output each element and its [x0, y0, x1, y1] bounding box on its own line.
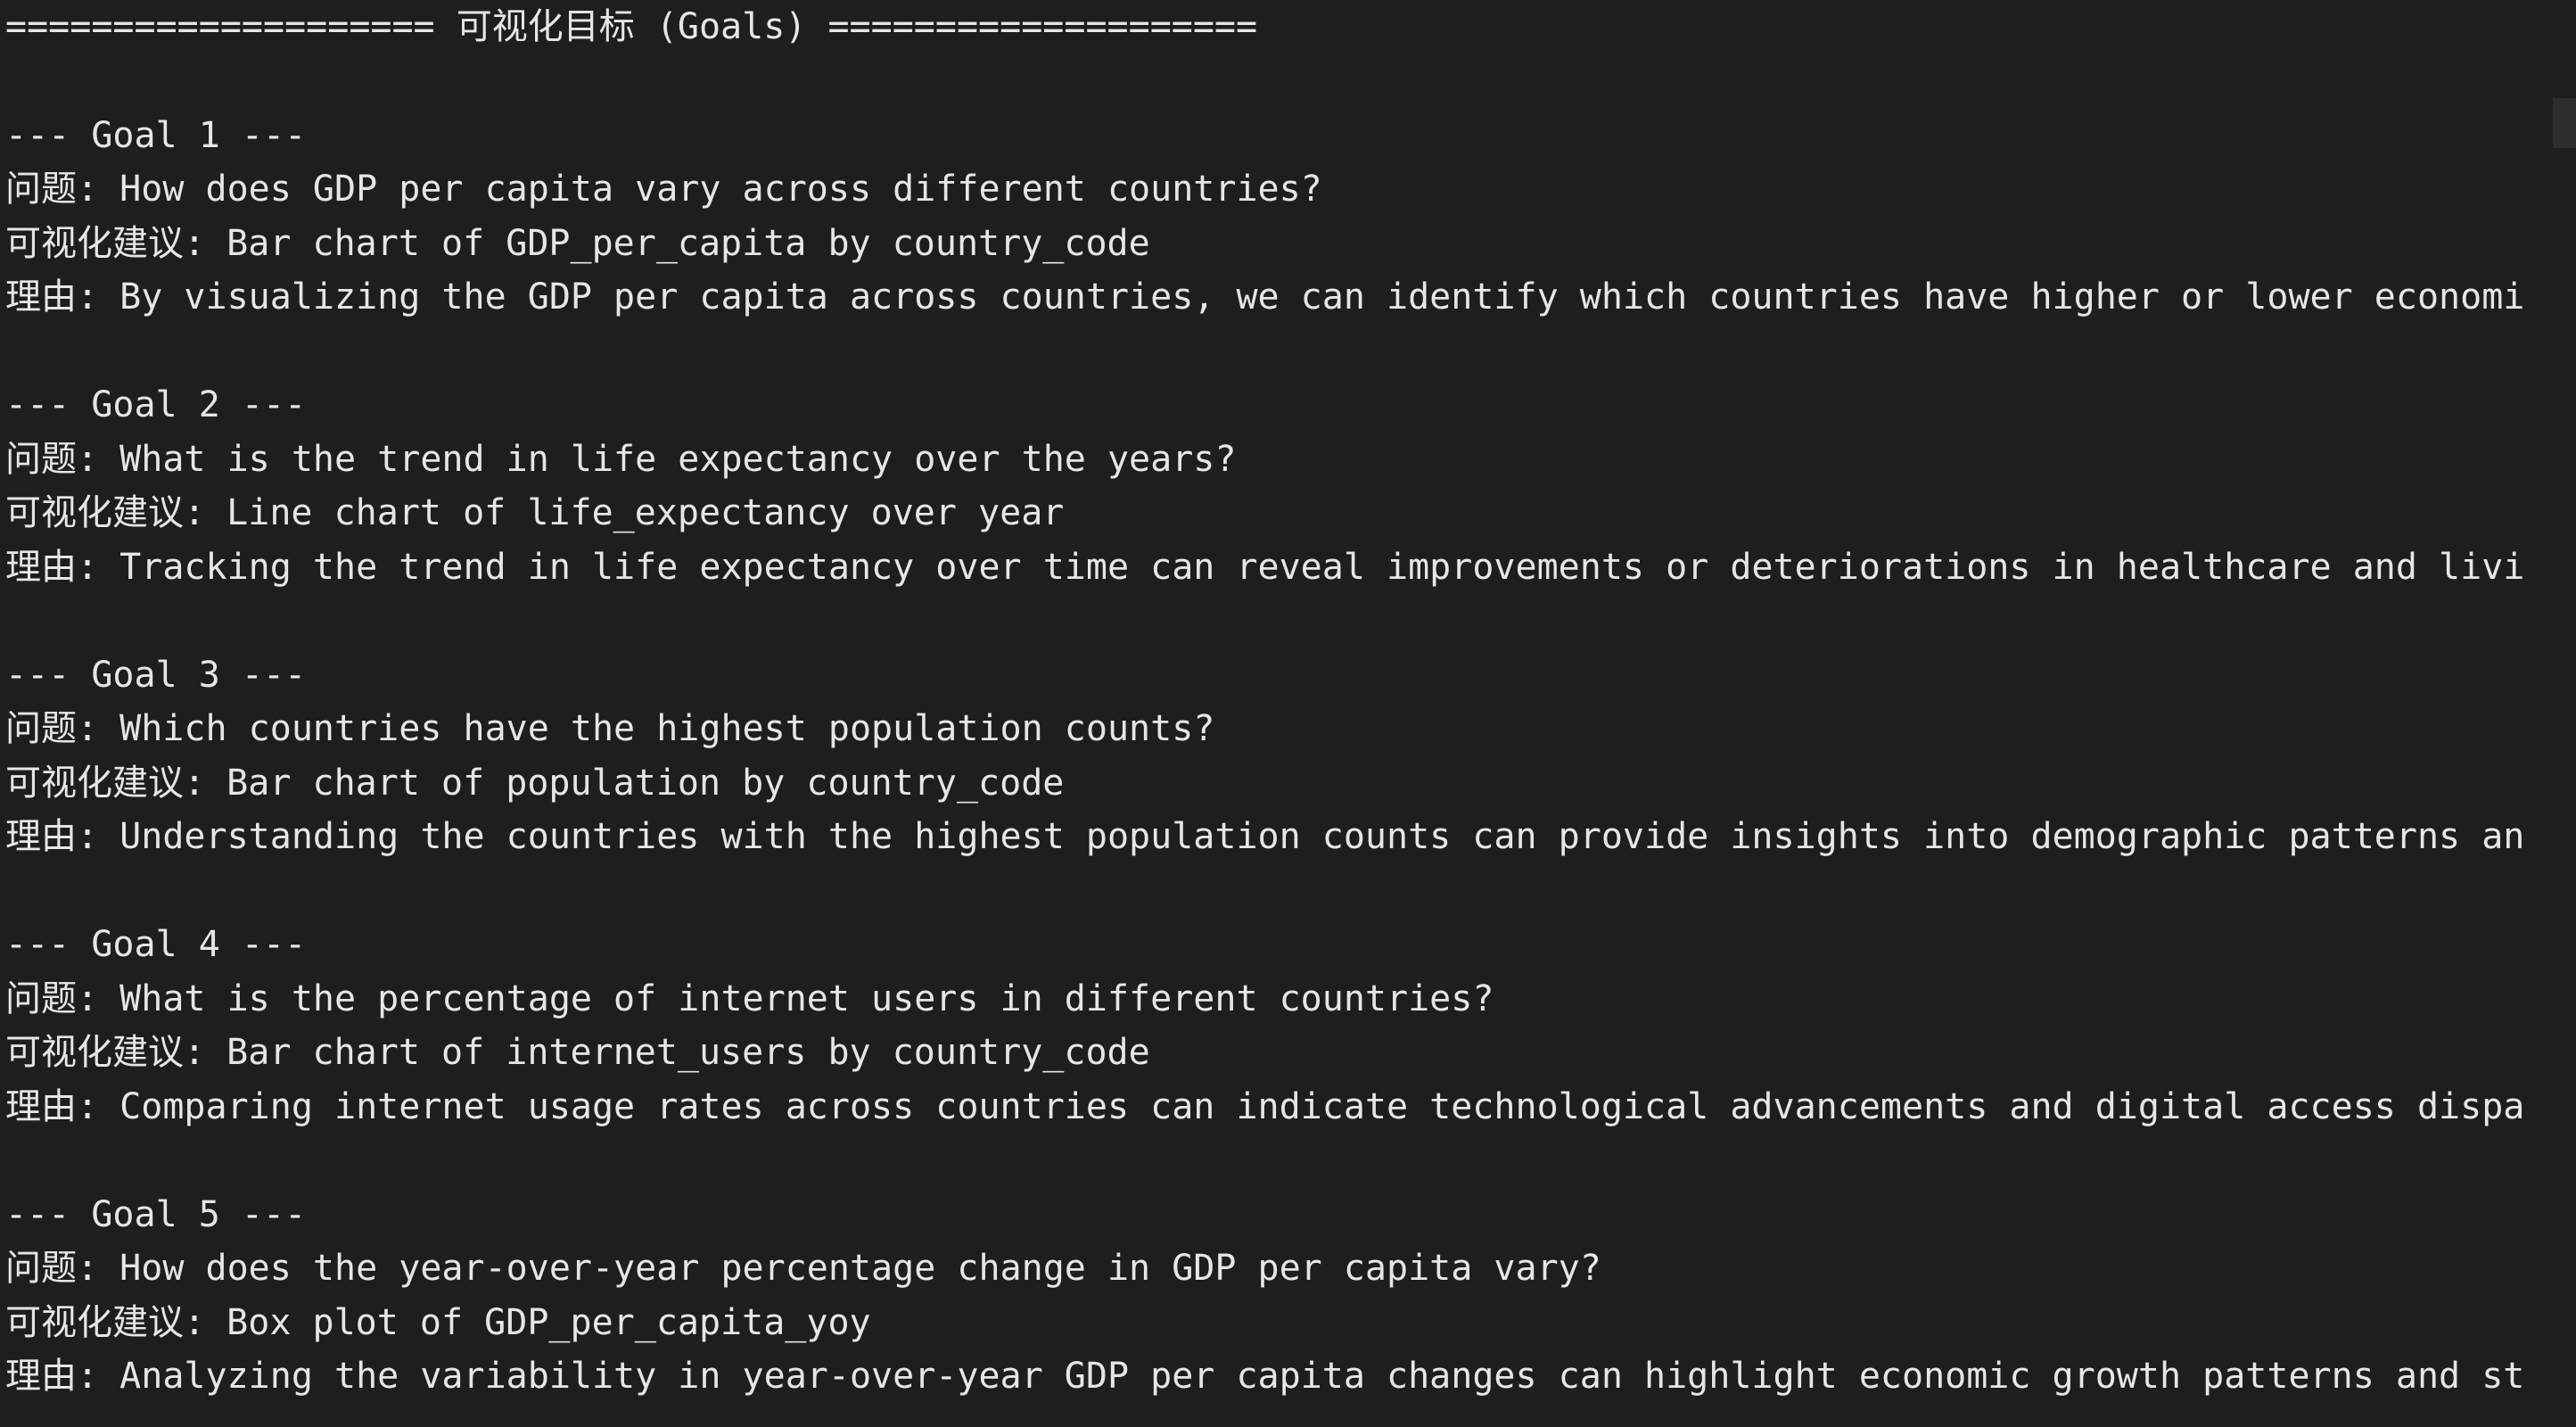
rationale-label: 理由:: [5, 816, 120, 857]
goal-question: 问题: What is the trend in life expectancy…: [5, 433, 2547, 487]
goal-question: 问题: How does GDP per capita vary across …: [5, 162, 2547, 217]
visualization-text: Bar chart of internet_users by country_c…: [226, 1032, 1150, 1073]
rationale-text: Understanding the countries with the hig…: [119, 816, 2525, 857]
goal-heading: --- Goal 1 ---: [5, 114, 307, 156]
goal-rationale: 理由: Tracking the trend in life expectanc…: [5, 540, 2547, 595]
visualization-label: 可视化建议:: [5, 1032, 227, 1073]
visualization-label: 可视化建议:: [5, 762, 227, 804]
visualization-text: Bar chart of population by country_code: [226, 762, 1065, 804]
visualization-text: Bar chart of GDP_per_capita by country_c…: [226, 222, 1150, 264]
question-label: 问题:: [5, 708, 120, 749]
goal-question: 问题: How does the year-over-year percenta…: [5, 1241, 2547, 1296]
question-text: How does the year-over-year percentage c…: [119, 1248, 1601, 1289]
goal-heading: --- Goal 2 ---: [5, 384, 307, 425]
question-label: 问题:: [5, 438, 120, 480]
question-text: How does GDP per capita vary across diff…: [119, 169, 1322, 210]
terminal-output-panel[interactable]: ==================== 可视化目标 (Goals) =====…: [0, 0, 2576, 1427]
scrollbar-thumb[interactable]: [2553, 98, 2576, 148]
question-label: 问题:: [5, 169, 120, 210]
visualization-text: Line chart of life_expectancy over year: [226, 492, 1065, 533]
rationale-text: By visualizing the GDP per capita across…: [119, 276, 2525, 318]
question-text: What is the trend in life expectancy ove…: [119, 438, 1237, 480]
rationale-label: 理由:: [5, 1085, 120, 1127]
goals-header: ==================== 可视化目标 (Goals) =====…: [5, 6, 1258, 47]
goal-heading: --- Goal 5 ---: [5, 1193, 307, 1235]
rationale-text: Analyzing the variability in year-over-y…: [119, 1356, 2525, 1397]
goal-rationale: 理由: Analyzing the variability in year-ov…: [5, 1349, 2547, 1404]
rationale-label: 理由:: [5, 276, 120, 318]
question-text: Which countries have the highest populat…: [119, 708, 1215, 749]
visualization-label: 可视化建议:: [5, 222, 227, 264]
goal-rationale: 理由: Understanding the countries with the…: [5, 810, 2547, 864]
goal-rationale: 理由: By visualizing the GDP per capita ac…: [5, 270, 2547, 325]
output-text: ==================== 可视化目标 (Goals) =====…: [5, 0, 2547, 1404]
goal-visualization: 可视化建议: Box plot of GDP_per_capita_yoy: [5, 1296, 2547, 1350]
goal-question: 问题: What is the percentage of internet u…: [5, 972, 2547, 1027]
rationale-label: 理由:: [5, 1356, 120, 1397]
question-label: 问题:: [5, 1248, 120, 1289]
goal-question: 问题: Which countries have the highest pop…: [5, 702, 2547, 756]
visualization-text: Box plot of GDP_per_capita_yoy: [226, 1301, 871, 1343]
goal-rationale: 理由: Comparing internet usage rates acros…: [5, 1080, 2547, 1134]
goal-heading: --- Goal 3 ---: [5, 654, 307, 696]
visualization-label: 可视化建议:: [5, 1301, 227, 1343]
goal-visualization: 可视化建议: Bar chart of population by countr…: [5, 756, 2547, 811]
goal-visualization: 可视化建议: Line chart of life_expectancy ove…: [5, 486, 2547, 540]
question-label: 问题:: [5, 977, 120, 1019]
rationale-label: 理由:: [5, 546, 120, 588]
question-text: What is the percentage of internet users…: [119, 977, 1494, 1019]
rationale-text: Comparing internet usage rates across co…: [119, 1085, 2525, 1127]
goal-heading: --- Goal 4 ---: [5, 924, 307, 965]
visualization-label: 可视化建议:: [5, 492, 227, 533]
goal-visualization: 可视化建议: Bar chart of internet_users by co…: [5, 1026, 2547, 1080]
goal-visualization: 可视化建议: Bar chart of GDP_per_capita by co…: [5, 217, 2547, 271]
rationale-text: Tracking the trend in life expectancy ov…: [119, 546, 2525, 588]
